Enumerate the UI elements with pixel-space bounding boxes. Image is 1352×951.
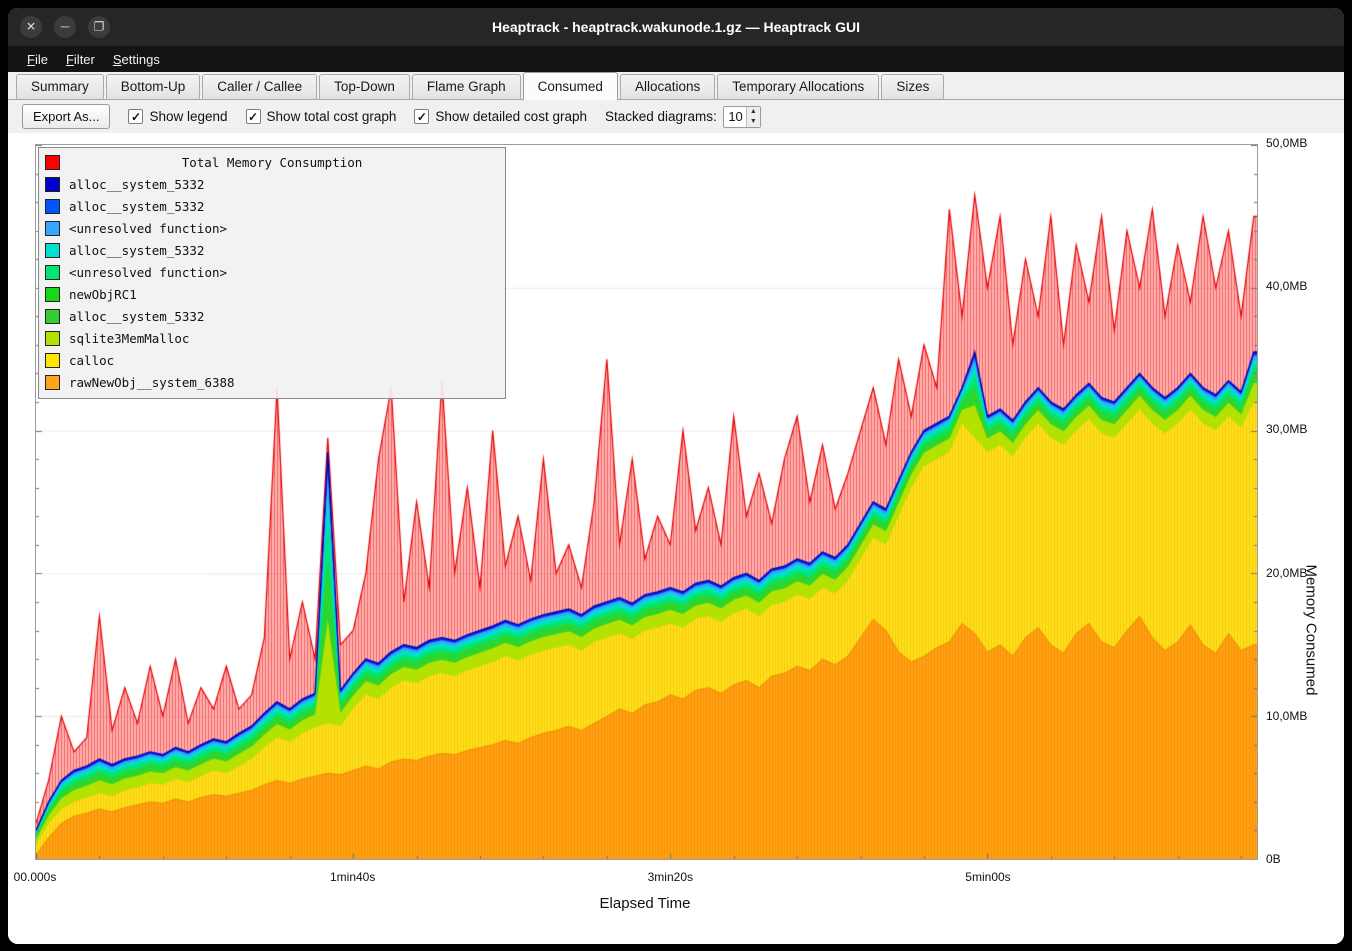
legend-swatch: [45, 331, 60, 346]
x-axis-title: Elapsed Time: [600, 895, 691, 912]
legend-swatch: [45, 287, 60, 302]
legend-swatch: [45, 199, 60, 214]
legend-label: rawNewObj__system_6388: [69, 375, 235, 390]
legend-swatch: [45, 309, 60, 324]
y-tick-label: 50,0MB: [1266, 136, 1307, 150]
legend-swatch: [45, 221, 60, 236]
show-detailed-cost-checkbox[interactable]: ✓: [414, 109, 429, 124]
check-icon: ✓: [417, 110, 427, 124]
legend-item: rawNewObj__system_6388: [39, 371, 505, 393]
chart-legend: Total Memory Consumption alloc__system_5…: [38, 147, 506, 399]
legend-item: alloc__system_5332: [39, 239, 505, 261]
legend-label: calloc: [69, 353, 114, 368]
legend-swatch: [45, 353, 60, 368]
show-legend-checkbox-group[interactable]: ✓ Show legend: [128, 109, 227, 124]
legend-label: sqlite3MemMalloc: [69, 331, 189, 346]
stacked-diagrams-group: Stacked diagrams: 10 ▲ ▼: [605, 106, 761, 128]
maximize-button[interactable]: ❐: [88, 16, 110, 38]
window-controls: ✕ ─ ❐: [8, 16, 110, 38]
close-button[interactable]: ✕: [20, 16, 42, 38]
y-tick-label: 40,0MB: [1266, 279, 1307, 293]
legend-swatch: [45, 265, 60, 280]
legend-item: newObjRC1: [39, 283, 505, 305]
tab-top-down[interactable]: Top-Down: [319, 74, 410, 99]
y-tick-label: 0B: [1266, 852, 1281, 866]
x-tick-label: 00.000s: [14, 870, 57, 884]
show-legend-label: Show legend: [149, 109, 227, 124]
legend-item: <unresolved function>: [39, 217, 505, 239]
legend-label: alloc__system_5332: [69, 243, 204, 258]
legend-item: sqlite3MemMalloc: [39, 327, 505, 349]
legend-title-row: Total Memory Consumption: [39, 151, 505, 173]
stacked-diagrams-label: Stacked diagrams:: [605, 109, 717, 124]
legend-label: <unresolved function>: [69, 265, 227, 280]
tab-temporary-allocations[interactable]: Temporary Allocations: [717, 74, 879, 99]
legend-label: alloc__system_5332: [69, 177, 204, 192]
legend-title: Total Memory Consumption: [39, 155, 505, 170]
tab-caller-callee[interactable]: Caller / Callee: [202, 74, 317, 99]
memory-consumption-chart[interactable]: Total Memory Consumption alloc__system_5…: [35, 144, 1258, 860]
y-tick-label: 10,0MB: [1266, 709, 1307, 723]
legend-label: <unresolved function>: [69, 221, 227, 236]
show-legend-checkbox[interactable]: ✓: [128, 109, 143, 124]
legend-label: alloc__system_5332: [69, 309, 204, 324]
menu-filter[interactable]: Filter: [57, 48, 104, 71]
stacked-diagrams-value[interactable]: 10: [724, 107, 746, 127]
menu-settings[interactable]: Settings: [104, 48, 169, 71]
show-detailed-cost-label: Show detailed cost graph: [435, 109, 587, 124]
show-total-cost-checkbox-group[interactable]: ✓ Show total cost graph: [246, 109, 397, 124]
x-tick-label: 1min40s: [330, 870, 375, 884]
spin-down-icon[interactable]: ▼: [747, 117, 760, 127]
tab-consumed[interactable]: Consumed: [523, 72, 618, 100]
tab-bar: Summary Bottom-Up Caller / Callee Top-Do…: [8, 72, 1344, 100]
tab-flame-graph[interactable]: Flame Graph: [412, 74, 521, 99]
y-tick-label: 30,0MB: [1266, 422, 1307, 436]
export-as-button[interactable]: Export As...: [22, 104, 110, 129]
check-icon: ✓: [131, 110, 141, 124]
show-detailed-cost-checkbox-group[interactable]: ✓ Show detailed cost graph: [414, 109, 587, 124]
show-total-cost-label: Show total cost graph: [267, 109, 397, 124]
x-tick-label: 3min20s: [648, 870, 693, 884]
show-total-cost-checkbox[interactable]: ✓: [246, 109, 261, 124]
legend-item: <unresolved function>: [39, 261, 505, 283]
legend-label: newObjRC1: [69, 287, 137, 302]
close-icon: ✕: [26, 21, 36, 33]
y-axis-title: Memory Consumed: [1303, 565, 1320, 696]
legend-item: alloc__system_5332: [39, 305, 505, 327]
x-tick-label: 5min00s: [965, 870, 1010, 884]
toolbar: Export As... ✓ Show legend ✓ Show total …: [8, 100, 1344, 133]
y-tick-label: 20,0MB: [1266, 566, 1307, 580]
tab-summary[interactable]: Summary: [16, 74, 104, 99]
tab-bottom-up[interactable]: Bottom-Up: [106, 74, 201, 99]
legend-swatch: [45, 243, 60, 258]
menubar: File Filter Settings: [8, 46, 1344, 72]
menu-file[interactable]: File: [18, 48, 57, 71]
legend-item: alloc__system_5332: [39, 173, 505, 195]
legend-label: alloc__system_5332: [69, 199, 204, 214]
window-title: Heaptrack - heaptrack.wakunode.1.gz — He…: [8, 19, 1344, 35]
tab-allocations[interactable]: Allocations: [620, 74, 715, 99]
minimize-button[interactable]: ─: [54, 16, 76, 38]
minimize-icon: ─: [61, 21, 70, 33]
titlebar[interactable]: ✕ ─ ❐ Heaptrack - heaptrack.wakunode.1.g…: [8, 8, 1344, 46]
stacked-diagrams-spinner[interactable]: 10 ▲ ▼: [723, 106, 761, 128]
chart-region: Total Memory Consumption alloc__system_5…: [8, 133, 1344, 944]
maximize-icon: ❐: [94, 21, 105, 33]
check-icon: ✓: [248, 110, 258, 124]
legend-swatch: [45, 177, 60, 192]
legend-swatch: [45, 375, 60, 390]
tab-sizes[interactable]: Sizes: [881, 74, 944, 99]
spin-up-icon[interactable]: ▲: [747, 107, 760, 117]
legend-item: alloc__system_5332: [39, 195, 505, 217]
legend-item: calloc: [39, 349, 505, 371]
app-window: ✕ ─ ❐ Heaptrack - heaptrack.wakunode.1.g…: [8, 8, 1344, 944]
